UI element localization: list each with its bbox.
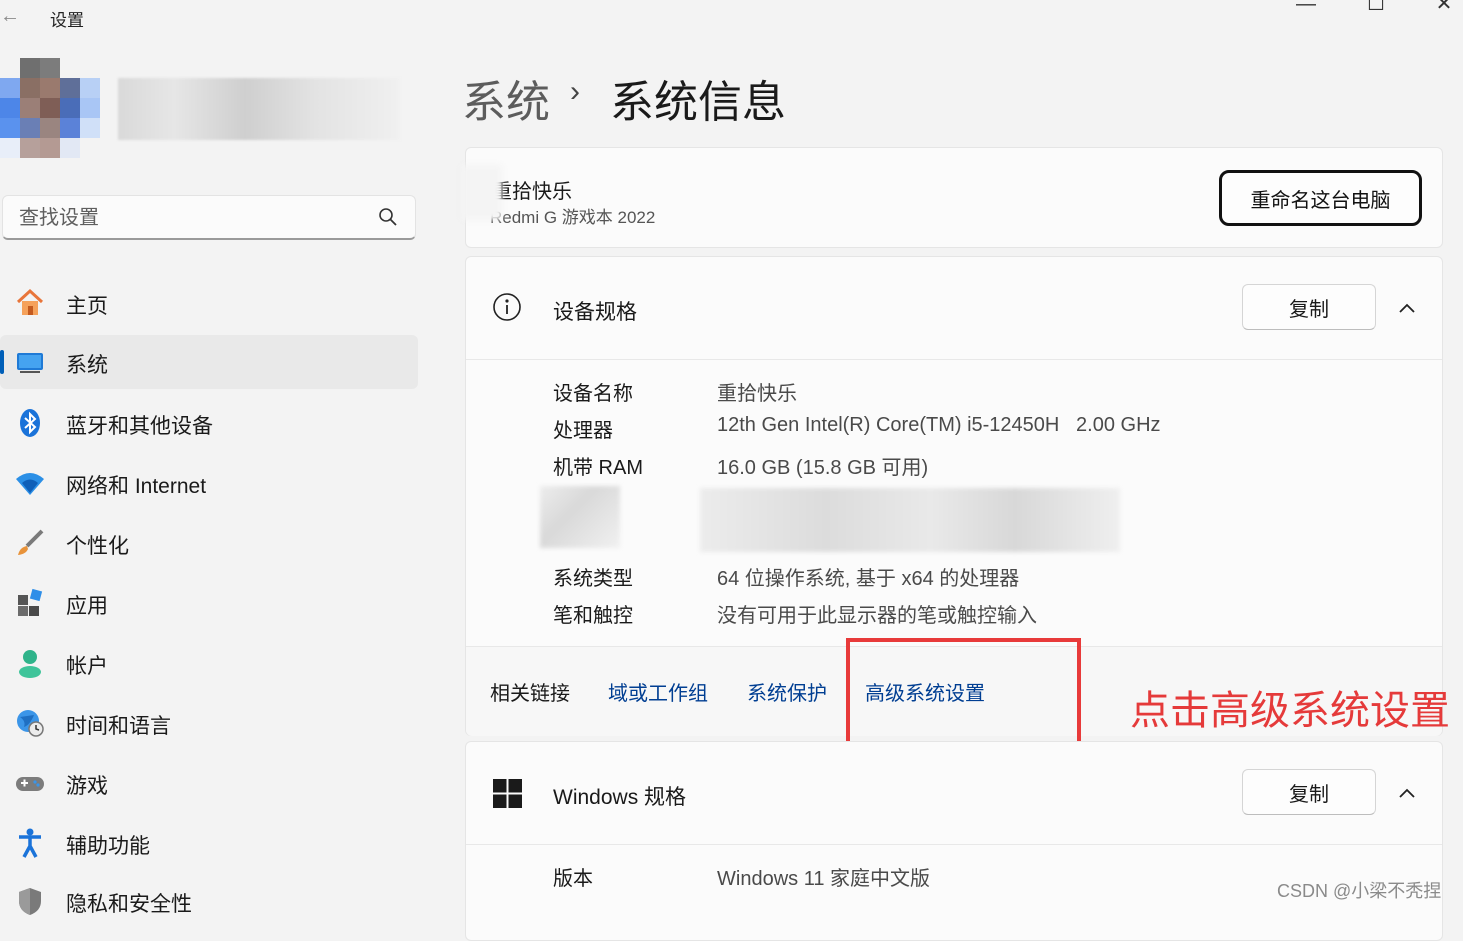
sidebar-item-label: 主页 <box>66 295 108 318</box>
close-button[interactable]: ✕ <box>1424 0 1463 18</box>
app-title: 设置 <box>50 11 84 30</box>
title-bar <box>0 0 1463 34</box>
sidebar-item-apps[interactable]: 应用 <box>0 576 418 630</box>
pc-thumbnail-redacted <box>462 165 502 220</box>
maximize-button[interactable]: ☐ <box>1356 0 1396 18</box>
chevron-up-icon[interactable] <box>1392 293 1422 323</box>
sidebar-item-privacy[interactable]: 隐私和安全性 <box>0 874 418 928</box>
copy-device-specs-button[interactable]: 复制 <box>1242 284 1376 330</box>
sidebar-item-accounts[interactable]: 帐户 <box>0 636 418 690</box>
watermark: CSDN @小梁不秃捏 <box>1277 881 1442 901</box>
sidebar-item-label: 个性化 <box>66 535 129 558</box>
selection-indicator <box>0 350 4 374</box>
home-icon <box>16 288 44 315</box>
spec-label-system-type: 系统类型 <box>553 568 633 590</box>
bluetooth-icon <box>20 409 40 437</box>
sidebar-item-label: 游戏 <box>66 775 108 798</box>
annotation-text: 点击高级系统设置 <box>1130 689 1450 733</box>
spec-value-ram: 16.0 GB (15.8 GB 可用) <box>717 457 929 479</box>
sidebar-item-time-language[interactable]: 时间和语言 <box>0 696 418 750</box>
info-icon <box>493 293 521 321</box>
windows-specs-title: Windows 规格 <box>553 786 687 809</box>
sidebar-item-label: 网络和 Internet <box>66 475 207 498</box>
spec-label-device-name: 设备名称 <box>553 383 633 405</box>
accessibility-icon <box>19 828 41 858</box>
sidebar-item-bluetooth[interactable]: 蓝牙和其他设备 <box>0 396 418 450</box>
highlight-box <box>846 638 1081 750</box>
search-icon[interactable] <box>377 206 399 228</box>
sidebar-item-label: 时间和语言 <box>66 715 171 738</box>
wifi-icon <box>16 473 44 495</box>
device-specs-title: 设备规格 <box>553 301 637 324</box>
breadcrumb-separator: › <box>570 75 580 108</box>
spec-value-system-type: 64 位操作系统, 基于 x64 的处理器 <box>717 568 1020 590</box>
back-arrow-icon[interactable]: ← <box>0 4 24 28</box>
sidebar-item-label: 系统 <box>66 354 108 377</box>
page-title: 系统信息 <box>610 78 786 127</box>
sidebar-item-accessibility[interactable]: 辅助功能 <box>0 816 418 870</box>
spec-value-device-name: 重拾快乐 <box>717 383 797 405</box>
redacted-value <box>700 488 1120 552</box>
spec-value-edition: Windows 11 家庭中文版 <box>717 868 931 890</box>
sidebar-item-home[interactable]: 主页 <box>0 276 418 330</box>
account-name-redacted <box>118 78 400 140</box>
sidebar-item-gaming[interactable]: 游戏 <box>0 756 418 810</box>
apps-icon <box>18 588 43 616</box>
avatar[interactable] <box>0 58 100 160</box>
link-domain-workgroup[interactable]: 域或工作组 <box>608 677 708 706</box>
copy-windows-specs-button[interactable]: 复制 <box>1242 769 1376 815</box>
spec-label-ram: 机带 RAM <box>553 457 643 479</box>
chevron-up-icon[interactable] <box>1392 778 1422 808</box>
sidebar-item-system[interactable]: 系统 <box>0 335 418 389</box>
redacted-label <box>540 486 620 548</box>
globe-clock-icon <box>17 710 44 737</box>
system-icon <box>17 353 43 373</box>
sidebar-item-label: 蓝牙和其他设备 <box>66 415 213 438</box>
link-system-protection[interactable]: 系统保护 <box>747 677 827 706</box>
spec-value-pen-touch: 没有可用于此显示器的笔或触控输入 <box>717 605 1037 627</box>
pc-model: Redmi G 游戏本 2022 <box>490 208 656 227</box>
spec-label-pen-touch: 笔和触控 <box>553 605 633 627</box>
related-links-label: 相关链接 <box>490 683 570 705</box>
spec-label-processor: 处理器 <box>553 420 613 442</box>
sidebar-item-label: 帐户 <box>66 655 108 678</box>
brush-icon <box>18 529 44 555</box>
rename-pc-button[interactable]: 重命名这台电脑 <box>1219 170 1422 226</box>
spec-label-edition: 版本 <box>553 868 593 890</box>
account-icon <box>19 650 41 678</box>
pc-name: 重拾快乐 <box>492 181 572 203</box>
search-box[interactable] <box>2 195 416 241</box>
sidebar-item-personalization[interactable]: 个性化 <box>0 516 418 570</box>
sidebar-item-network[interactable]: 网络和 Internet <box>0 456 418 510</box>
sidebar-item-label: 隐私和安全性 <box>66 893 192 916</box>
sidebar-item-label: 应用 <box>66 595 108 618</box>
breadcrumb-parent[interactable]: 系统 <box>462 66 550 130</box>
sidebar-item-label: 辅助功能 <box>66 835 150 858</box>
gamepad-icon <box>16 777 44 791</box>
search-input[interactable] <box>17 196 361 241</box>
shield-icon <box>19 888 41 915</box>
minimize-button[interactable]: — <box>1286 0 1326 18</box>
windows-logo-icon <box>493 779 522 808</box>
spec-value-processor: 12th Gen Intel(R) Core(TM) i5-12450H 2.0… <box>717 414 1161 436</box>
